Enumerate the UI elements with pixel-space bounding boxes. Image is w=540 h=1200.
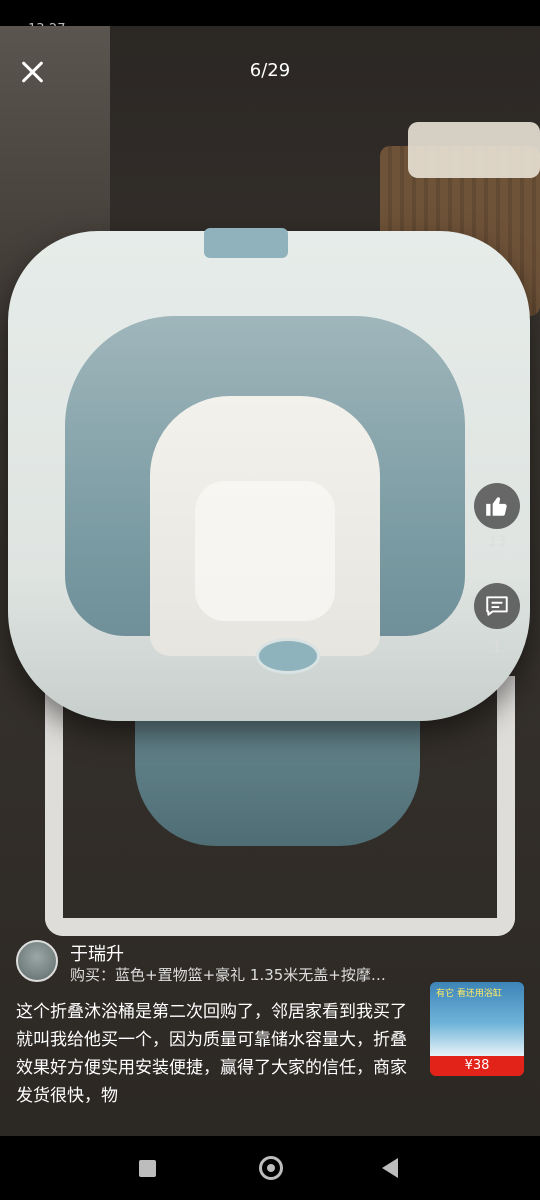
purchase-info: 购买：蓝色+置物篮+豪礼 1.35米无盖+按摩… (70, 966, 386, 984)
comment-count: 1 (492, 640, 502, 656)
product-price: ¥38 (430, 1056, 524, 1076)
review-text: 这个折叠沐浴桶是第二次回购了，邻居家看到我买了就叫我给他买一个，因为质量可靠储水… (16, 1002, 407, 1106)
product-label: 有它 看还用浴缸 (436, 989, 502, 999)
photo-tub-drain (256, 638, 320, 674)
comment-icon (486, 596, 508, 616)
product-card[interactable]: 有它 看还用浴缸 ¥38 (430, 982, 524, 1076)
avatar[interactable] (16, 940, 58, 982)
comment-button[interactable] (474, 583, 520, 629)
photo-basket-items (408, 122, 540, 178)
review-username: 于瑞升 (70, 944, 124, 965)
status-bar: 13:27 (0, 0, 540, 37)
thumbs-up-icon (486, 497, 507, 516)
like-count: 13 (488, 534, 506, 550)
photo-tub-pad (195, 481, 335, 621)
back-icon[interactable] (382, 1158, 398, 1178)
like-button[interactable] (474, 483, 520, 529)
page-counter: 6/29 (249, 60, 291, 81)
recent-apps-icon[interactable] (139, 1160, 156, 1177)
home-icon[interactable] (259, 1156, 283, 1180)
photo-tub-headrest (204, 228, 288, 258)
